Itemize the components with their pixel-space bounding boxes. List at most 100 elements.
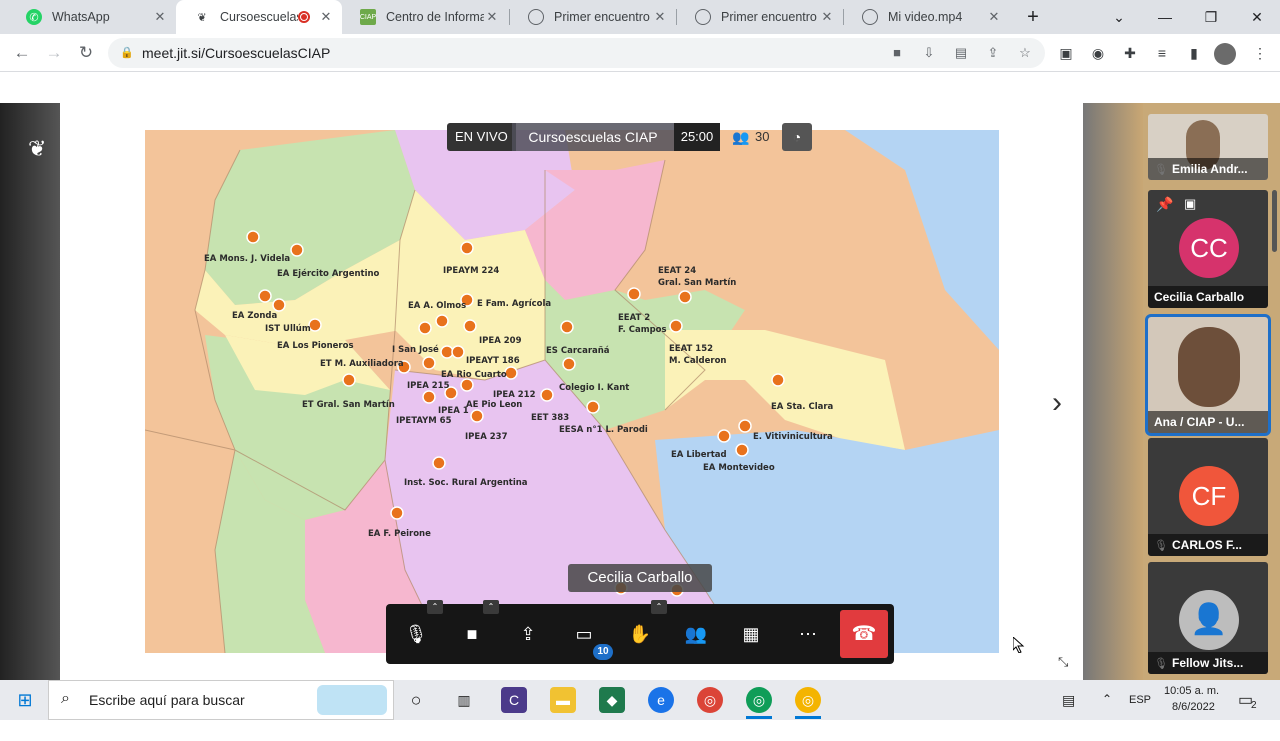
participant-name: Cecilia Carballo xyxy=(1148,286,1268,308)
participants-icon: 👥 xyxy=(732,129,750,145)
hangup-button[interactable]: ☎ xyxy=(840,610,888,658)
clock-date[interactable]: 8/6/2022 xyxy=(1172,701,1215,741)
cortana-icon[interactable]: ○ xyxy=(403,687,429,713)
video-options-caret-icon[interactable]: ⌃ xyxy=(483,600,499,614)
extension-record-icon[interactable]: ◉ xyxy=(1088,43,1108,63)
participant-count[interactable]: 👥 30 xyxy=(722,123,778,151)
participant-tile[interactable]: 📌 ▣ CC Cecilia Carballo xyxy=(1148,190,1268,308)
participant-tile[interactable]: 🎙 Emilia Andr... xyxy=(1148,114,1268,180)
forward-button[interactable]: → xyxy=(42,41,66,65)
chevron-right-icon[interactable]: › xyxy=(1052,388,1076,420)
participant-tile[interactable]: CF 🎙 CARLOS F... xyxy=(1148,438,1268,556)
close-tab-icon[interactable]: ✕ xyxy=(318,9,334,25)
edge-icon[interactable]: e xyxy=(648,687,674,713)
jitsi-icon: ❦ xyxy=(197,11,207,24)
map-label: EA Zonda xyxy=(232,311,277,321)
map-label: I San José xyxy=(392,344,439,355)
active-app-indicator xyxy=(746,716,772,719)
extension-teams-icon[interactable]: ▣ xyxy=(1056,43,1076,63)
menu-kebab-icon[interactable]: ⋮ xyxy=(1250,43,1270,63)
conference-timer: 25:00 xyxy=(674,123,720,151)
task-view-icon[interactable]: ▥ xyxy=(451,687,477,713)
participant-count-value: 30 xyxy=(755,129,770,144)
avatar: CF xyxy=(1179,466,1239,526)
microphone-muted-icon[interactable]: 🎙 xyxy=(400,618,432,650)
participant-name: CARLOS F... xyxy=(1148,534,1268,556)
new-tab-button[interactable]: + xyxy=(1010,0,1056,34)
close-tab-icon[interactable]: ✕ xyxy=(652,9,668,25)
map-label: EEAT 2 xyxy=(618,313,650,323)
tab-title: Primer encuentro 8 xyxy=(554,10,652,24)
restore-button[interactable]: ❐ xyxy=(1188,0,1234,34)
tab-primer-encuentro-1[interactable]: Primer encuentro 8 ✕ xyxy=(510,0,676,34)
map-label: M. Calderon xyxy=(669,356,726,366)
participant-tile[interactable]: 👤 🎙 Fellow Jits... xyxy=(1148,562,1268,674)
back-button[interactable]: ← xyxy=(10,41,34,65)
audio-options-caret-icon[interactable]: ⌃ xyxy=(427,600,443,614)
map-label: EA F. Peirone xyxy=(368,529,431,539)
media-control-icon[interactable]: ≡ xyxy=(1152,43,1172,63)
tab-search-chevron-icon[interactable]: ⌄ xyxy=(1096,0,1142,34)
whatsapp-icon: ✆ xyxy=(26,9,42,25)
windows-start-icon[interactable]: ⊞ xyxy=(12,687,38,713)
close-tab-icon[interactable]: ✕ xyxy=(819,9,835,25)
bookmark-star-icon[interactable]: ☆ xyxy=(1016,44,1034,62)
tab-mi-video[interactable]: Mi video.mp4 ✕ xyxy=(844,0,1010,34)
tile-view-icon[interactable]: ▦ xyxy=(735,618,767,650)
tab-whatsapp[interactable]: ✆ WhatsApp ✕ xyxy=(8,0,176,34)
pin-icon[interactable]: 📌 xyxy=(1156,196,1173,213)
reactions-caret-icon[interactable]: ⌃ xyxy=(651,600,667,614)
chrome-icon[interactable]: ◎ xyxy=(697,687,723,713)
close-tab-icon[interactable]: ✕ xyxy=(484,9,500,25)
tab-centro-informacion[interactable]: CIAP Centro de Informac ✕ xyxy=(342,0,508,34)
live-badge: EN VIVO xyxy=(447,123,516,151)
more-options-icon[interactable]: ⋯ xyxy=(792,618,824,650)
chrome-icon[interactable]: ◎ xyxy=(795,687,821,713)
map-label: IPEA 215 xyxy=(407,381,450,391)
side-panel-icon[interactable]: ▮ xyxy=(1184,43,1204,63)
taskbar-search-box[interactable]: ⌕ Escribe aquí para buscar xyxy=(48,680,394,720)
app-icon[interactable]: ◆ xyxy=(599,687,625,713)
chat-unread-badge: 10 xyxy=(593,644,613,660)
reload-button[interactable]: ↻ xyxy=(74,41,98,65)
profile-avatar[interactable] xyxy=(1214,43,1236,65)
input-language[interactable]: ESP xyxy=(1129,694,1151,734)
globe-icon xyxy=(862,9,878,25)
minimize-button[interactable]: — xyxy=(1142,0,1188,34)
install-icon[interactable]: ⇩ xyxy=(920,44,938,62)
share-icon[interactable]: ⇪ xyxy=(984,44,1002,62)
tab-title: WhatsApp xyxy=(52,10,110,24)
camera-icon[interactable]: ■ xyxy=(456,618,488,650)
map-label: EEAT 152 xyxy=(669,344,713,354)
filmstrip-scrollbar[interactable] xyxy=(1272,190,1277,252)
extensions-puzzle-icon[interactable]: ✚ xyxy=(1120,43,1140,63)
raise-hand-icon[interactable]: ✋ xyxy=(624,618,656,650)
tab-title: Centro de Informac xyxy=(386,10,484,24)
map-label: IPETAYM 65 xyxy=(396,416,452,426)
collapse-icon[interactable]: ⤡ xyxy=(1058,654,1076,672)
participant-name: Fellow Jits... xyxy=(1148,652,1268,674)
connection-stats-icon[interactable]: ◔ xyxy=(782,123,812,151)
close-tab-icon[interactable]: ✕ xyxy=(152,9,168,25)
participant-tile[interactable]: Ana / CIAP - U... xyxy=(1145,314,1271,436)
participants-pane-icon[interactable]: 👥 xyxy=(680,618,712,650)
camera-icon[interactable]: ■ xyxy=(888,44,906,62)
app-icon[interactable]: C xyxy=(501,687,527,713)
tab-primer-encuentro-2[interactable]: Primer encuentro 8 ✕ xyxy=(677,0,843,34)
close-window-button[interactable]: ✕ xyxy=(1234,0,1280,34)
file-explorer-icon[interactable]: ▬ xyxy=(550,687,576,713)
keyboard-tray-icon[interactable]: ▤ xyxy=(1062,692,1075,732)
omnibox[interactable]: 🔒 meet.jit.si/CursoescuelasCIAP ■ ⇩ ▤ ⇪ … xyxy=(108,38,1045,68)
map-label: IPEAYT 186 xyxy=(466,356,520,366)
meeting-toolbox: 🎙 ⌃ ■ ⌃ ⇪ ▭ ✋ ⌃ 👥 ▦ ⋯ xyxy=(386,600,894,664)
url-text[interactable]: meet.jit.si/CursoescuelasCIAP xyxy=(142,45,330,61)
tab-cursoescuelas[interactable]: ❦ Cursoescuelas ✕ xyxy=(176,0,342,34)
screen-share-icon[interactable]: ⇪ xyxy=(512,618,544,650)
close-tab-icon[interactable]: ✕ xyxy=(986,9,1002,25)
translate-icon[interactable]: ▤ xyxy=(952,44,970,62)
stage-left-background xyxy=(0,103,60,680)
chevron-up-icon[interactable]: ⌃ xyxy=(1102,692,1112,732)
map-label: EA Libertad xyxy=(671,450,727,460)
screen-share-status-icon: ▣ xyxy=(1184,196,1197,211)
chrome-icon[interactable]: ◎ xyxy=(746,687,772,713)
